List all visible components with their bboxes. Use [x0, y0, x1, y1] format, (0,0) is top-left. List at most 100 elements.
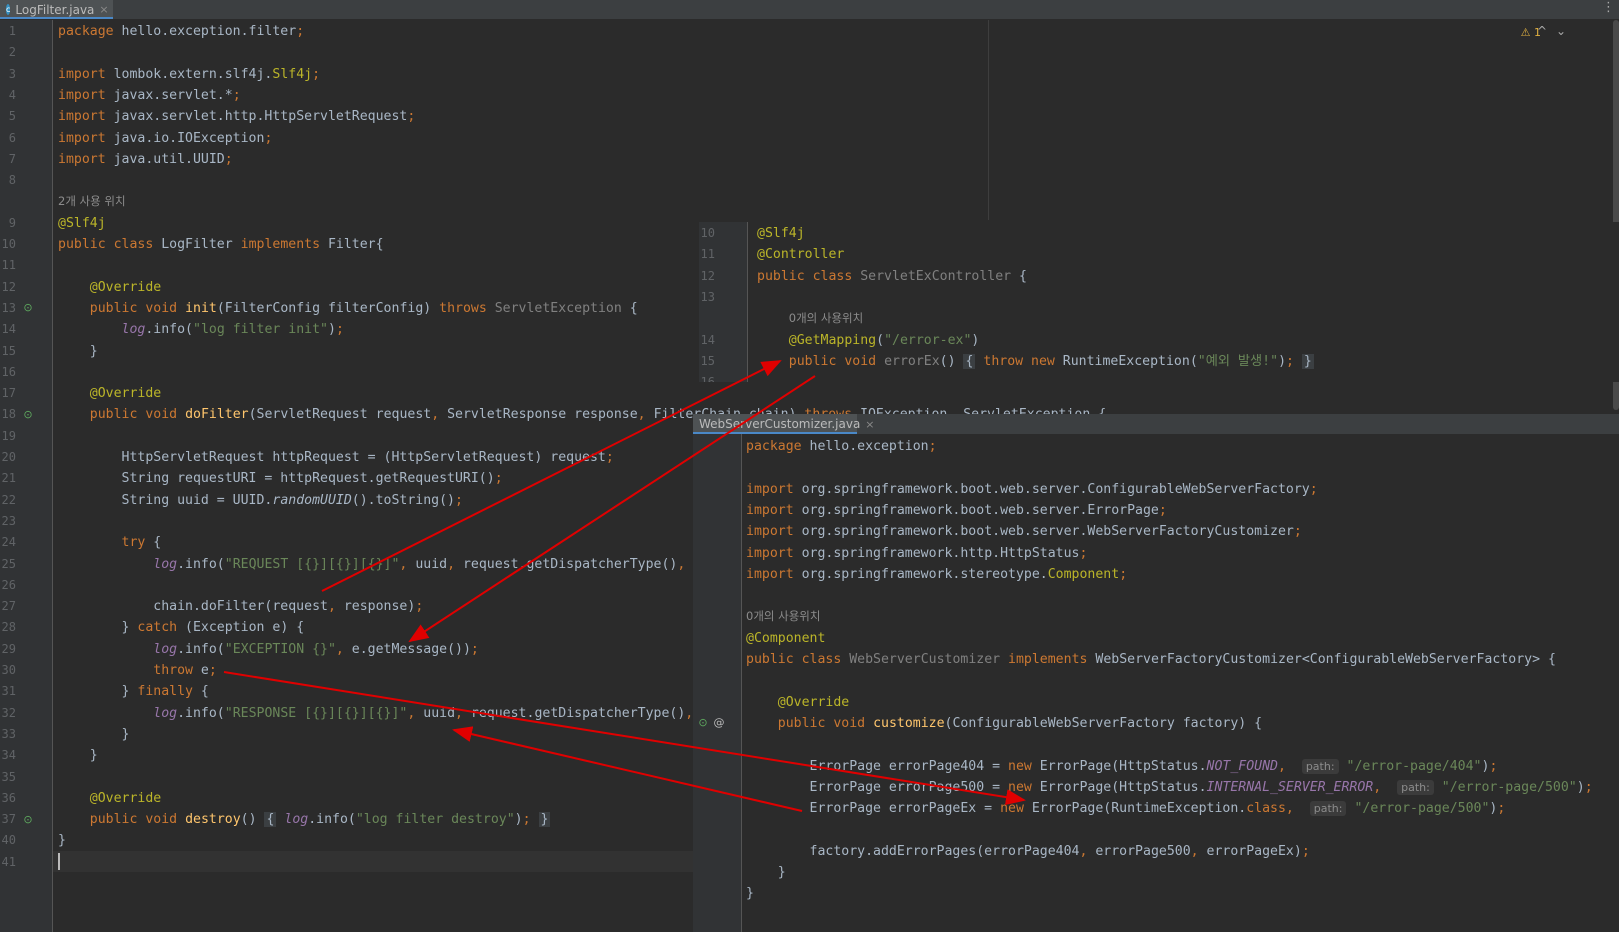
line-number: 26 [1, 577, 16, 592]
line-number [699, 308, 715, 329]
code-line: @Controller [757, 247, 845, 263]
line-number: 37 [1, 812, 16, 827]
more-options-icon[interactable]: ⋮ [1602, 0, 1615, 15]
line-number: 20 [1, 450, 16, 464]
code-line: } finally { [58, 684, 209, 700]
previous-highlight-icon[interactable]: ^ [1537, 24, 1547, 38]
code-line: } [58, 748, 98, 764]
right-margin-guide [988, 20, 989, 220]
code-line: String requestURI = httpRequest.getReque… [58, 471, 503, 487]
code-line: } [746, 865, 786, 880]
override-gutter-icon[interactable]: ⊙ [20, 812, 36, 828]
code-line: log.info("REQUEST [{}][{}][{}]", uuid, r… [153, 556, 788, 572]
code-line: 0개의 사용위치 [788, 311, 864, 326]
line-number: 6 [8, 130, 16, 145]
line-number: 16 [699, 372, 715, 382]
current-line-highlight [53, 851, 693, 872]
code-line: } [746, 886, 754, 902]
code-line: import org.springframework.boot.web.serv… [746, 481, 1318, 497]
autowired-gutter-icon[interactable]: @ [711, 715, 727, 731]
code-line: import org.springframework.stereotype.Co… [746, 566, 1128, 582]
line-number: 35 [1, 769, 16, 784]
code-line: import lombok.extern.slf4j.Slf4j; [58, 66, 321, 82]
line-number: 9 [8, 215, 16, 230]
code-line: @Component [746, 630, 826, 646]
line-number: 1 [8, 24, 16, 38]
code-line: log.info("log filter init"); [121, 322, 344, 338]
override-gutter-icon[interactable]: ⊙ [20, 300, 36, 316]
servlet-ex-controller-snippet: 10 @Slf4j 11 @Controller 12 public class Serv… [699, 222, 1619, 382]
line-number: 17 [1, 386, 16, 401]
close-icon[interactable]: × [99, 3, 108, 16]
line-number: 21 [1, 471, 16, 486]
line-number: 11 [700, 247, 715, 262]
line-number: 27 [1, 599, 16, 614]
code-line: package hello.exception; [746, 439, 937, 454]
code-line: @GetMapping("/error-ex") [788, 332, 980, 348]
code-line: } catch (Exception e) { [58, 620, 305, 636]
line-number: 15 [700, 353, 715, 368]
line-number: 23 [1, 513, 16, 528]
code-line: ErrorPage errorPageEx = new ErrorPage(Ru… [746, 801, 1506, 817]
line-number: 18 [1, 407, 16, 422]
line-number: 8 [8, 173, 16, 188]
code-line: log.info("EXCEPTION {}", e.getMessage())… [153, 641, 479, 657]
code-line: String uuid = UUID.randomUUID().toString… [58, 492, 463, 508]
next-highlight-icon[interactable]: ⌄ [1556, 24, 1566, 38]
code-line: } [58, 726, 130, 742]
line-number: 40 [1, 833, 16, 848]
code-line: import javax.servlet.*; [58, 87, 241, 103]
line-number: 41 [1, 854, 16, 869]
code-line: import java.util.UUID; [58, 151, 233, 167]
code-line: } [58, 833, 66, 849]
line-number: 12 [1, 279, 16, 294]
line-number: 32 [1, 705, 16, 720]
code-line: HttpServletRequest httpRequest = (HttpSe… [58, 450, 614, 465]
code-line: @Slf4j [58, 215, 106, 231]
tab-web-server-customizer[interactable]: WebServerCustomizer.java × [693, 414, 875, 434]
code-line: 0개의 사용위치 [746, 609, 821, 624]
code-line: @Override [89, 790, 162, 806]
line-number: 7 [8, 151, 16, 166]
code-line: import org.springframework.boot.web.serv… [746, 502, 1167, 518]
tab-label: WebServerCustomizer.java [699, 417, 861, 431]
active-tab-indicator [0, 17, 113, 19]
code-line: log.info("RESPONSE [{}][{}][{}]", uuid, … [153, 705, 796, 721]
line-number: 22 [1, 492, 16, 507]
code-line: import org.springframework.boot.web.serv… [746, 524, 1302, 540]
web-server-customizer-panel: WebServerCustomizer.java × package hello… [693, 414, 1619, 932]
code-line: public class WebServerCustomizer impleme… [746, 652, 1556, 667]
override-gutter-icon[interactable]: ⊙ [20, 407, 36, 423]
code-line: @Override [89, 279, 162, 295]
editor-tab-bar: c LogFilter.java × ⋮ [0, 0, 1619, 20]
line-number: 4 [8, 87, 16, 102]
code-line: 2개 사용 위치 [58, 194, 126, 209]
close-icon[interactable]: × [865, 418, 874, 431]
line-number: 14 [700, 332, 715, 347]
code-line: throw e; [153, 663, 217, 678]
java-class-icon: c [6, 4, 11, 15]
tab-logfilter[interactable]: c LogFilter.java × [0, 0, 113, 19]
line-number: 25 [1, 556, 16, 571]
line-number: 11 [1, 258, 16, 273]
code-line: public void customize(ConfigurableWebSer… [777, 715, 1263, 731]
code-line: } [58, 343, 98, 359]
line-number: 33 [1, 726, 16, 741]
override-gutter-icon[interactable]: ⊙ [695, 715, 711, 731]
code-line: ErrorPage errorPage404 = new ErrorPage(H… [746, 758, 1498, 774]
code-line: public void errorEx() { throw new Runtim… [788, 353, 1314, 369]
line-number: 13 [700, 289, 715, 304]
tab-label: LogFilter.java [15, 2, 95, 17]
code-line: @Slf4j [757, 226, 805, 241]
line-number: 12 [700, 268, 715, 283]
code-line: import org.springframework.http.HttpStat… [746, 545, 1088, 561]
code-line: public void init(FilterConfig filterConf… [89, 300, 638, 316]
line-number: 28 [1, 620, 16, 635]
code-line: import javax.servlet.http.HttpServletReq… [58, 109, 416, 125]
line-number: 2 [8, 45, 16, 60]
code-line: public class ServletExController { [757, 268, 1027, 284]
line-number: 34 [1, 748, 16, 763]
line-number: 31 [1, 684, 16, 699]
code-line: chain.doFilter(request, response); [58, 599, 424, 615]
line-number: 36 [1, 790, 16, 805]
